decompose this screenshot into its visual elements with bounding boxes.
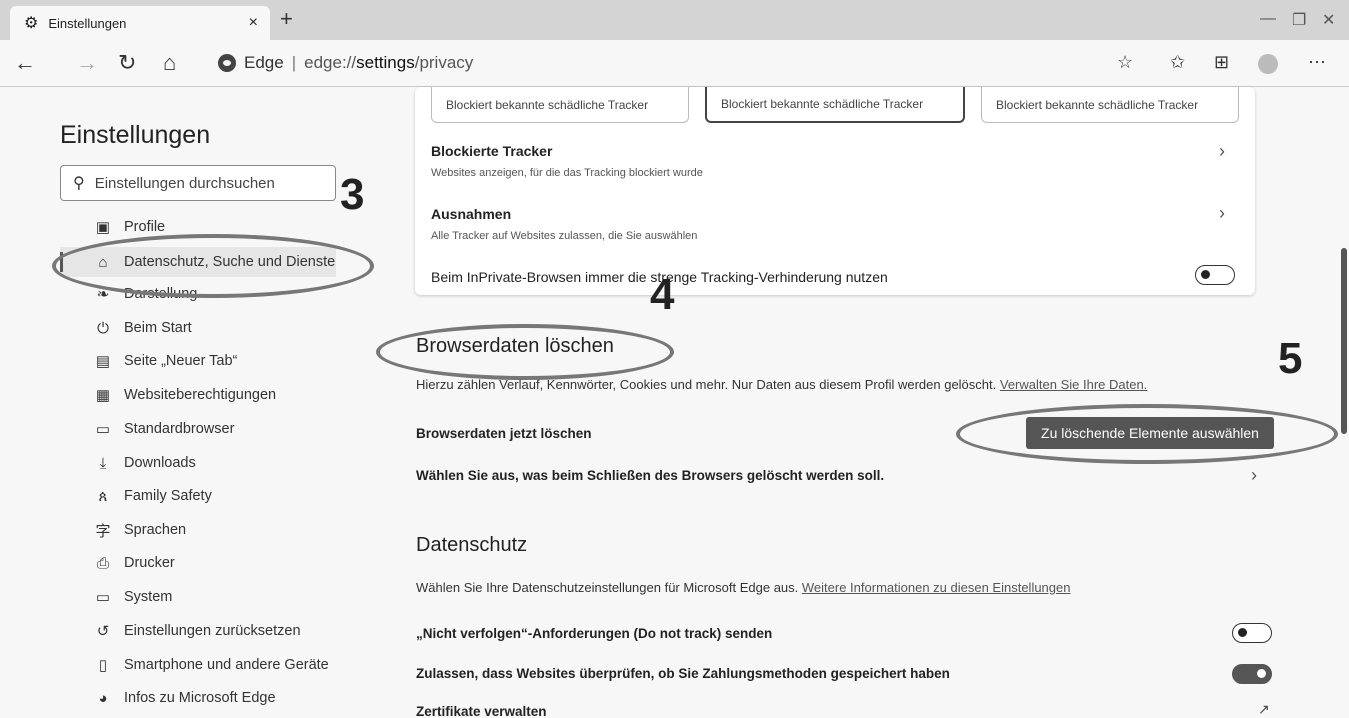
settings-main: Blockiert bekannte schädliche Tracker Bl… — [370, 87, 1349, 717]
inprivate-toggle[interactable] — [1195, 265, 1235, 285]
family-icon: ጰ — [98, 487, 108, 505]
manage-data-link[interactable]: Verwalten Sie Ihre Daten. — [1000, 377, 1147, 392]
sidebar-item-printers[interactable]: ⎙ Drucker — [92, 548, 175, 578]
annotation-number-5: 5 — [1278, 334, 1303, 383]
phone-icon: ▯ — [98, 657, 108, 674]
address-brand: Edge — [244, 53, 284, 72]
sidebar-item-start[interactable]: ⏻ Beim Start — [92, 313, 192, 343]
new-tab-icon[interactable]: + — [280, 6, 293, 32]
privacy-title: Datenschutz — [416, 534, 528, 556]
dnt-toggle[interactable] — [1232, 623, 1272, 643]
edge-icon: ◕ — [98, 689, 108, 707]
sidebar-title: Einstellungen — [60, 121, 211, 149]
close-tab-icon[interactable]: × — [249, 14, 258, 32]
sidebar-item-downloads[interactable]: ⤓ Downloads — [92, 448, 196, 478]
sidebar-item-reset[interactable]: ↺ Einstellungen zurücksetzen — [92, 616, 301, 646]
payment-label: Zulassen, dass Websites überprüfen, ob S… — [416, 666, 950, 681]
dnt-label: „Nicht verfolgen“-Anforderungen (Do not … — [416, 626, 773, 641]
site-permissions-icon: ▦ — [95, 387, 111, 404]
chevron-right-icon: › — [1219, 203, 1225, 223]
newtab-icon: ▤ — [95, 353, 111, 370]
sidebar-item-family[interactable]: ጰ Family Safety — [92, 481, 212, 511]
default-browser-icon: ▭ — [95, 421, 111, 438]
chevron-right-icon: › — [1219, 141, 1225, 161]
exceptions-title: Ausnahmen — [431, 206, 512, 222]
sidebar-item-languages[interactable]: 字 Sprachen — [92, 515, 186, 545]
settings-sidebar: Einstellungen ⚲ Einstellungen durchsuche… — [0, 87, 370, 716]
favorites-list-icon[interactable]: ✩ — [1170, 52, 1185, 73]
chevron-right-icon: › — [1251, 465, 1257, 485]
sidebar-item-default-browser[interactable]: ▭ Standardbrowser — [92, 414, 235, 444]
printer-icon: ⎙ — [96, 554, 109, 572]
edge-logo-icon — [218, 54, 236, 72]
tab-settings[interactable]: ⚙ Einstellungen × — [10, 6, 270, 40]
language-icon: 字 — [95, 522, 111, 540]
system-icon: ▭ — [95, 589, 111, 606]
annotation-number-4: 4 — [650, 270, 675, 319]
back-icon[interactable]: ← — [14, 50, 36, 76]
annotation-ellipse-button — [956, 404, 1338, 464]
minimize-icon[interactable]: — — [1260, 10, 1276, 28]
annotation-ellipse-title — [376, 324, 674, 380]
external-link-icon: ↗ — [1258, 701, 1270, 717]
reset-icon: ↺ — [96, 623, 110, 640]
payment-toggle[interactable] — [1232, 664, 1272, 684]
tab-bar: ⚙ Einstellungen × + — ❐ ✕ — [0, 0, 1349, 40]
sidebar-item-newtab[interactable]: ▤ Seite „Neuer Tab“ — [92, 346, 237, 376]
clear-on-close-label: Wählen Sie aus, was beim Schließen des B… — [416, 468, 885, 483]
settings-search-input[interactable]: ⚲ Einstellungen durchsuchen — [60, 165, 336, 201]
address-toolbar: ← → ↻ ⌂ Edge | edge://settings/privacy ☆… — [0, 40, 1349, 87]
certificates-label[interactable]: Zertifikate verwalten — [416, 704, 547, 716]
search-placeholder: Einstellungen durchsuchen — [94, 174, 275, 192]
sidebar-item-site-permissions[interactable]: ▦ Websiteberechtigungen — [92, 380, 276, 410]
refresh-icon[interactable]: ↻ — [118, 50, 136, 76]
home-icon[interactable]: ⌂ — [163, 50, 176, 76]
favorite-star-icon[interactable]: ☆ — [1117, 52, 1133, 73]
profile-avatar[interactable] — [1258, 54, 1278, 74]
tracker-option-balanced[interactable]: Blockiert bekannte schädliche Tracker — [705, 87, 965, 123]
gear-icon: ⚙ — [24, 15, 39, 32]
tracking-card: Blockiert bekannte schädliche Tracker Bl… — [415, 87, 1255, 295]
blocked-trackers-title: Blockierte Tracker — [431, 143, 553, 159]
address-url: edge://settings/privacy — [304, 53, 474, 72]
annotation-ellipse-sidebar — [52, 234, 374, 298]
download-icon: ⤓ — [99, 454, 107, 472]
scrollbar[interactable] — [1341, 248, 1347, 434]
close-window-icon[interactable]: ✕ — [1322, 10, 1335, 30]
sidebar-item-about[interactable]: ◕ Infos zu Microsoft Edge — [92, 683, 275, 713]
more-menu-icon[interactable]: ⋯ — [1308, 52, 1326, 73]
tracker-option-basic[interactable]: Blockiert bekannte schädliche Tracker — [431, 87, 689, 123]
tab-title: Einstellungen — [48, 15, 127, 31]
annotation-number-3: 3 — [340, 170, 365, 219]
collections-icon[interactable]: ⊞ — [1214, 52, 1229, 73]
search-icon: ⚲ — [73, 175, 85, 192]
clear-now-label: Browserdaten jetzt löschen — [416, 426, 592, 441]
forward-icon[interactable]: → — [76, 50, 98, 76]
profile-icon: ▣ — [95, 219, 111, 236]
power-icon: ⏻ — [97, 319, 109, 337]
restore-icon[interactable]: ❐ — [1292, 10, 1306, 30]
address-separator: | — [291, 53, 297, 72]
sidebar-item-phone[interactable]: ▯ Smartphone und andere Geräte — [92, 650, 329, 680]
more-info-link[interactable]: Weitere Informationen zu diesen Einstell… — [802, 580, 1071, 595]
address-bar[interactable]: Edge | edge://settings/privacy — [204, 46, 1144, 80]
sidebar-item-system[interactable]: ▭ System — [92, 582, 172, 612]
blocked-trackers-sub: Websites anzeigen, für die das Tracking … — [431, 167, 703, 179]
exceptions-sub: Alle Tracker auf Websites zulassen, die … — [431, 230, 698, 242]
privacy-desc: Wählen Sie Ihre Datenschutzeinstellungen… — [416, 580, 1071, 595]
tracker-option-strict[interactable]: Blockiert bekannte schädliche Tracker — [981, 87, 1239, 123]
